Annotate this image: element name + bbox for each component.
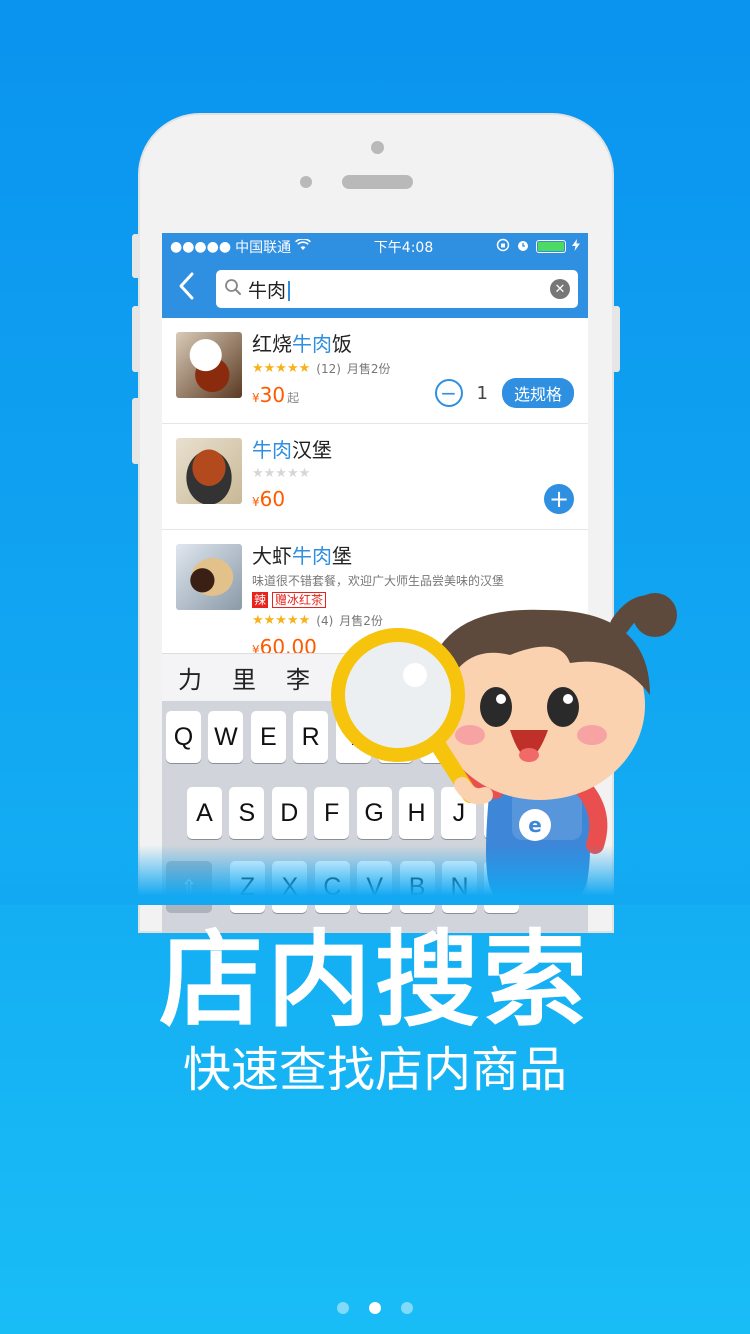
feature-subtitle: 快速查找店内商品 [182,1042,567,1098]
item-name: 牛肉汉堡 [252,438,332,462]
chevron-left-icon [179,272,194,299]
food-thumbnail [176,438,242,504]
clear-icon[interactable]: ✕ [550,279,570,299]
front-camera [371,141,384,154]
rotation-lock-icon [496,238,510,256]
mute-switch [132,234,140,278]
item-name: 大虾牛肉堡 [252,544,352,568]
add-to-cart-button[interactable]: + [544,484,574,514]
item-meta: ★★★★★ (12) 月售2份 [252,360,574,377]
candidate[interactable]: 里 [232,660,256,695]
result-item[interactable]: 牛肉汉堡 ★★★★★ ¥60 + [162,424,588,530]
earpiece-speaker [342,175,413,189]
carrier-name: 中国联通 [235,239,292,256]
minus-button[interactable]: − [434,379,463,407]
volume-up-button [132,306,140,372]
battery-icon [535,240,566,253]
page-dot-active[interactable] [369,1302,381,1314]
page-indicator[interactable] [0,1302,750,1314]
result-item[interactable]: 红烧牛肉饭 ★★★★★ (12) 月售2份 ¥30 起 − 1 选规格 [162,318,588,424]
feature-title: 店内搜索 [158,919,591,1041]
star-rating: ★★★★★ [252,613,311,628]
gift-tag: 赠冰红茶 [272,592,327,608]
key-e[interactable]: E [250,711,286,763]
candidate[interactable]: 力 [178,660,202,695]
key-w[interactable]: W [208,711,244,763]
phone-fade-overlay [0,845,750,905]
food-thumbnail [176,332,242,398]
wifi-icon [295,237,312,255]
item-meta: ★★★★★ [252,466,574,481]
search-input[interactable]: 牛肉 ✕ [216,270,578,308]
clock: 下午4:08 [373,239,434,256]
proximity-sensor [300,176,312,188]
food-thumbnail [176,544,242,610]
rating-count: (12) [316,361,341,376]
page-dot[interactable] [401,1302,413,1314]
item-name: 红烧牛肉饭 [252,332,352,356]
quantity: 1 [476,382,488,404]
candidate[interactable]: 李 [286,660,310,695]
power-button [612,306,620,372]
key-d[interactable]: D [271,787,307,839]
svg-text:e: e [528,813,542,837]
key-a[interactable]: A [187,787,222,839]
back-button[interactable] [176,271,216,308]
status-bar: ●●●●● 中国联通 下午4:08 [162,233,588,260]
page-dot[interactable] [337,1302,349,1314]
alarm-icon [516,238,530,256]
signal-strength: ●●●●● [170,238,232,255]
monthly-sales: 月售2份 [346,362,391,376]
search-icon [224,277,242,301]
key-s[interactable]: S [229,787,265,839]
select-spec-button[interactable]: 选规格 [501,378,574,408]
search-navbar: 牛肉 ✕ [162,260,588,318]
volume-down-button [132,398,140,464]
star-rating: ★★★★★ [252,361,311,376]
star-rating: ★★★★★ [252,466,311,481]
key-q[interactable]: Q [166,711,201,763]
spicy-tag: 辣 [252,592,269,608]
item-price: ¥60 [252,487,286,511]
search-query[interactable]: 牛肉 [248,276,550,303]
charging-icon [571,238,580,255]
